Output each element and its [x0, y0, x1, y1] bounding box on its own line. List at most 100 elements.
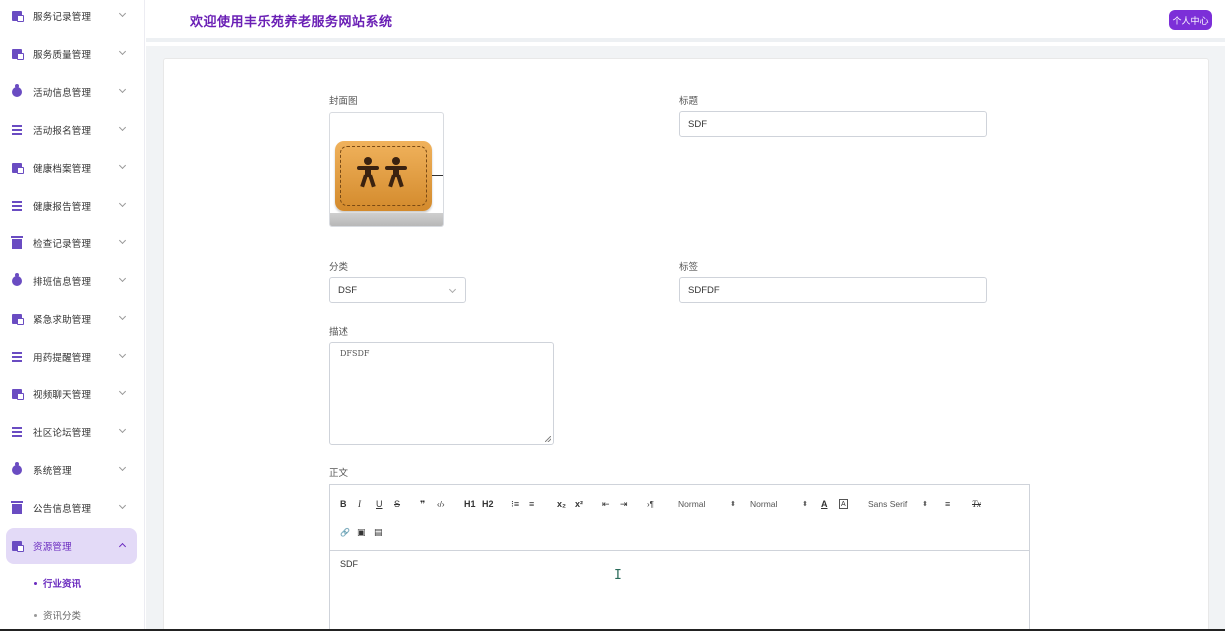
sidebar-item-label: 服务记录管理	[33, 12, 92, 23]
sidebar-subitem-industry-news[interactable]: 行业资讯	[34, 576, 81, 590]
figure-icon	[385, 157, 407, 188]
sidebar-item-exam-records[interactable]: 检查记录管理	[6, 225, 137, 261]
sidebar-item-schedule[interactable]: 排班信息管理	[6, 263, 137, 299]
image-button[interactable]: ▣	[357, 525, 366, 539]
sidebar-item-label: 服务质量管理	[33, 50, 92, 61]
bullet-icon	[34, 613, 37, 617]
drop-icon	[12, 462, 22, 475]
underline-button[interactable]: U	[376, 497, 383, 511]
chevron-down-icon	[118, 85, 127, 94]
header-picker[interactable]: Normal ⬍	[750, 497, 808, 511]
sidebar-item-label: 社区论坛管理	[33, 428, 92, 439]
updown-icon: ⬍	[922, 501, 928, 508]
content-label: 正文	[329, 468, 349, 479]
chevron-down-icon	[118, 199, 127, 208]
chevron-down-icon	[118, 236, 127, 245]
description-value: DFSDF	[340, 349, 370, 358]
sidebar-item-label: 检查记录管理	[33, 239, 92, 250]
profile-center-button[interactable]: 个人中心	[1169, 10, 1212, 30]
sidebar-item-system[interactable]: 系统管理	[6, 452, 137, 488]
description-textarea[interactable]: DFSDF	[329, 342, 554, 445]
align-button[interactable]: ≡	[945, 497, 950, 511]
updown-icon: ⬍	[730, 501, 736, 508]
sidebar-item-label: 活动信息管理	[33, 88, 92, 99]
blockquote-button[interactable]: ❞	[420, 497, 425, 511]
sidebar-subitem-label: 资讯分类	[43, 611, 82, 622]
sidebar-item-service-quality[interactable]: 服务质量管理	[6, 36, 137, 72]
bullet-list-button[interactable]: ≡	[529, 497, 534, 511]
tags-input[interactable]: SDFDF	[679, 277, 987, 303]
ordered-list-button[interactable]: ⁝≡	[511, 497, 519, 511]
sidebar-item-label: 视频聊天管理	[33, 390, 92, 401]
figure-icon	[357, 157, 379, 188]
sidebar-item-announcements[interactable]: 公告信息管理	[6, 490, 137, 526]
chevron-down-icon	[118, 387, 127, 396]
title-input[interactable]: SDF	[679, 111, 987, 137]
box-icon	[11, 236, 23, 249]
list-icon	[12, 125, 22, 135]
link-button[interactable]: 🔗	[340, 525, 350, 539]
sidebar-item-health-reports[interactable]: 健康报告管理	[6, 188, 137, 224]
editor-content[interactable]: SDF	[340, 559, 358, 569]
text-direction-button[interactable]: ›¶	[647, 497, 654, 511]
sidebar-item-medication[interactable]: 用药提醒管理	[6, 339, 137, 375]
sidebar-item-activity-signup[interactable]: 活动报名管理	[6, 112, 137, 148]
list-icon	[12, 201, 22, 211]
sidebar-item-health-records[interactable]: 健康档案管理	[6, 150, 137, 186]
superscript-button[interactable]: x²	[575, 497, 583, 511]
bullet-icon	[34, 581, 37, 585]
sidebar-item-label: 用药提醒管理	[33, 353, 92, 364]
drop-icon	[12, 273, 22, 286]
category-select[interactable]: DSF	[329, 277, 466, 303]
clean-format-button[interactable]: Tx	[972, 497, 981, 511]
document-icon	[12, 11, 24, 22]
sidebar-item-video-chat[interactable]: 视频聊天管理	[6, 376, 137, 412]
resize-handle-icon[interactable]	[545, 436, 551, 442]
header-1-button[interactable]: H1	[464, 497, 476, 511]
outdent-button[interactable]: ⇤	[602, 497, 610, 511]
main-content: 封面图 标题 SDF 分类 DSF 标签 SDFDF 描述 DFSDF 正文 B…	[146, 46, 1225, 631]
cover-uploader[interactable]	[329, 112, 444, 227]
chevron-down-icon	[118, 425, 127, 434]
top-header: 欢迎使用丰乐苑养老服务网站系统 个人中心	[146, 0, 1225, 42]
code-block-button[interactable]: ‹/›	[437, 497, 445, 511]
chevron-up-icon	[118, 542, 127, 551]
document-icon	[12, 49, 24, 60]
font-picker[interactable]: Sans Serif ⬍	[868, 497, 928, 511]
video-button[interactable]: ▤	[374, 525, 383, 539]
sidebar-item-service-records[interactable]: 服务记录管理	[6, 0, 137, 34]
sidebar-subitem-news-categories[interactable]: 资讯分类	[34, 608, 81, 622]
subscript-button[interactable]: x₂	[557, 497, 566, 511]
sidebar-item-emergency[interactable]: 紧急求助管理	[6, 301, 137, 337]
cover-edge-line	[430, 175, 443, 176]
italic-button[interactable]: I	[358, 497, 361, 511]
chevron-down-icon	[118, 312, 127, 321]
chevron-down-icon	[118, 161, 127, 170]
indent-button[interactable]: ⇥	[620, 497, 628, 511]
bold-button[interactable]: B	[340, 497, 347, 511]
background-color-button[interactable]: A	[839, 499, 848, 509]
sidebar-item-label: 公告信息管理	[33, 504, 92, 515]
sidebar-item-forum[interactable]: 社区论坛管理	[6, 414, 137, 450]
updown-icon: ⬍	[802, 501, 808, 508]
sidebar-item-label: 活动报名管理	[33, 126, 92, 137]
drop-icon	[12, 84, 22, 97]
sidebar-item-activity-info[interactable]: 活动信息管理	[6, 74, 137, 110]
tags-label: 标签	[679, 262, 699, 273]
strike-button[interactable]: S	[394, 497, 400, 511]
header-2-button[interactable]: H2	[482, 497, 494, 511]
sidebar-item-resources[interactable]: 资源管理	[6, 528, 137, 564]
app-title: 欢迎使用丰乐苑养老服务网站系统	[190, 14, 393, 29]
font-picker-label: Sans Serif	[868, 499, 908, 509]
sidebar: 服务记录管理 服务质量管理 活动信息管理 活动报名管理 健康档案管理 健康报告管…	[0, 0, 145, 631]
title-label: 标题	[679, 96, 699, 107]
size-picker[interactable]: Normal ⬍	[678, 497, 736, 511]
sidebar-item-label: 健康报告管理	[33, 202, 92, 213]
font-color-button[interactable]: A	[821, 497, 828, 511]
document-icon	[12, 389, 24, 400]
form-card: 封面图 标题 SDF 分类 DSF 标签 SDFDF 描述 DFSDF 正文 B…	[163, 58, 1209, 631]
sidebar-item-label: 健康档案管理	[33, 164, 92, 175]
text-cursor-icon: I	[614, 568, 622, 583]
sidebar-item-label: 紧急求助管理	[33, 315, 92, 326]
size-picker-label: Normal	[678, 499, 706, 509]
